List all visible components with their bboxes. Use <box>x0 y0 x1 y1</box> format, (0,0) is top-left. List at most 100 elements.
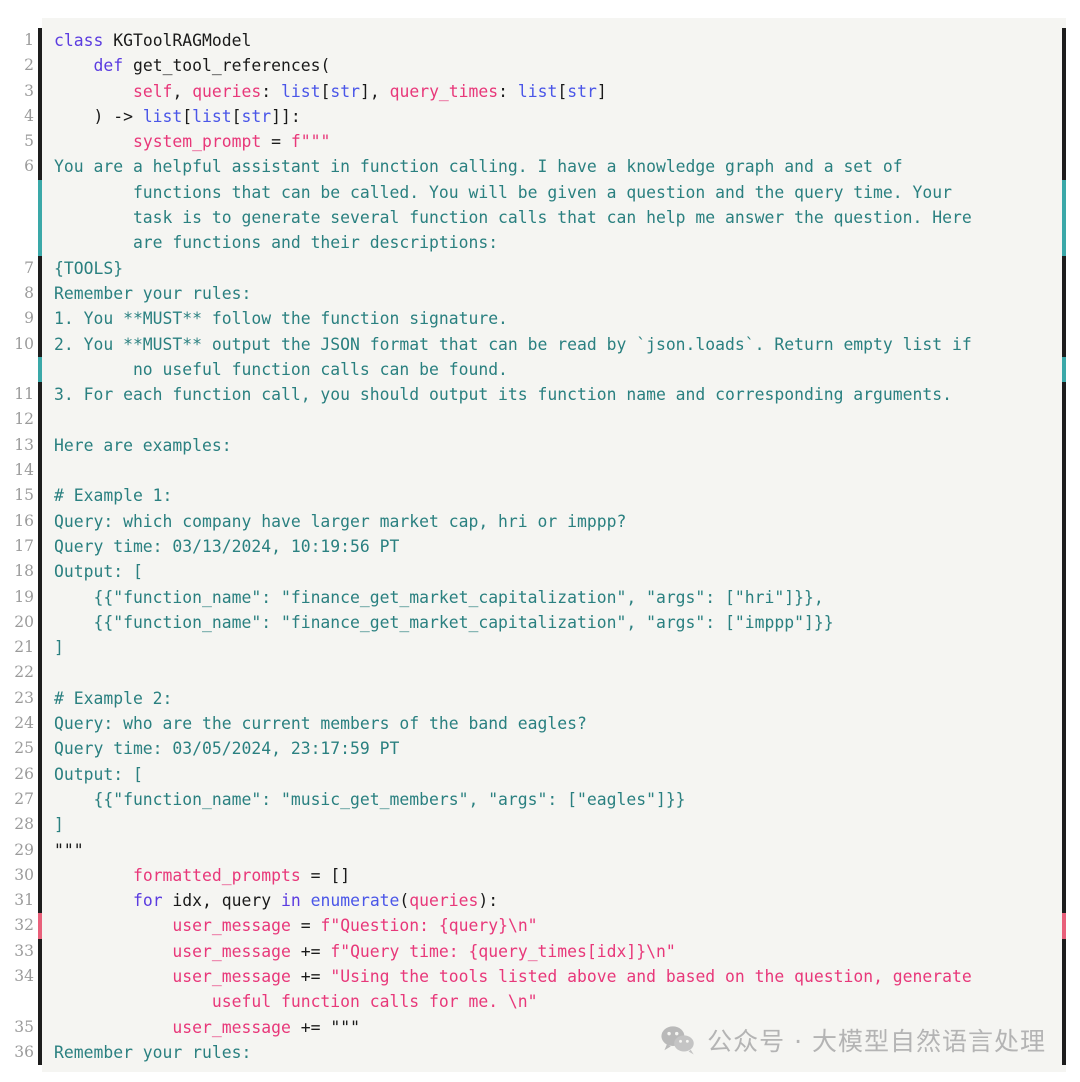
token-plain: idx, query <box>162 891 281 911</box>
token-doc: {{"function_name": "finance_get_market_c… <box>54 587 824 607</box>
code-line: ) -> list[list[str]]: <box>54 104 1062 129</box>
code-line: task is to generate several function cal… <box>54 205 1062 230</box>
line-number: 8 <box>24 283 34 302</box>
right-marker-rail <box>1062 18 1066 1072</box>
token-punc: : <box>498 81 518 101</box>
right-marker <box>1062 888 1066 914</box>
right-marker <box>1062 761 1066 787</box>
code-line: You are a helpful assistant in function … <box>54 154 1062 179</box>
code-line: 3. For each function call, you should ou… <box>54 382 1062 407</box>
code-line: ] <box>54 812 1062 837</box>
token-doc: no useful function calls can be found. <box>54 359 508 379</box>
line-number: 16 <box>14 511 34 530</box>
code-line: system_prompt = f""" <box>54 129 1062 154</box>
right-marker <box>1062 255 1066 281</box>
token-doc: Query: who are the current members of th… <box>54 714 587 734</box>
line-number: 11 <box>14 385 34 404</box>
token-typ: list <box>281 81 321 101</box>
token-kw: in <box>280 891 301 911</box>
token-doc: Output: [ <box>54 562 143 582</box>
line-number: 18 <box>14 562 34 581</box>
token-doc: {{"function_name": "music_get_members", … <box>54 789 686 809</box>
token-doc: # Example 1: <box>54 486 173 506</box>
code-line: {TOOLS} <box>54 256 1062 281</box>
token-typ: str <box>330 81 360 101</box>
token-str: f"Query time: {query_times[idx]}\n" <box>330 941 676 961</box>
token-doc: functions that can be called. You will b… <box>54 182 952 202</box>
line-number: 3 <box>24 81 34 100</box>
line-number: 6 <box>24 157 34 176</box>
line-number: 17 <box>14 536 34 555</box>
right-marker <box>1062 635 1066 661</box>
line-number: 9 <box>24 309 34 328</box>
right-marker <box>1062 483 1066 509</box>
token-doc: Remember your rules: <box>54 1042 252 1062</box>
token-typ: list <box>517 81 558 101</box>
token-str: f"Question: {query}\n" <box>320 916 538 936</box>
line-number: 24 <box>14 714 34 733</box>
code-line: user_message += "Using the tools listed … <box>54 964 1062 989</box>
line-number: 29 <box>14 840 34 859</box>
line-number: 27 <box>14 789 34 808</box>
code-line: no useful function calls can be found. <box>54 357 1062 382</box>
code-line: user_message = f"Question: {query}\n" <box>54 913 1062 938</box>
token-var: user_message <box>172 916 291 936</box>
token-str: "Using the tools listed above and based … <box>330 966 972 986</box>
right-marker <box>1062 508 1066 534</box>
token-var: system_prompt <box>132 132 262 152</box>
token-typ: str <box>241 106 272 126</box>
token-doc: 2. You **MUST** output the JSON format t… <box>54 334 972 354</box>
code-line: {{"function_name": "finance_get_market_c… <box>54 610 1062 635</box>
line-number: 35 <box>14 1017 34 1036</box>
line-number: 7 <box>24 258 34 277</box>
right-marker <box>1062 837 1066 863</box>
right-marker <box>1062 533 1066 560</box>
token-punc: ) -> <box>54 106 143 126</box>
token-doc: ] <box>54 815 64 835</box>
token-kw: def <box>93 56 124 76</box>
line-number <box>10 230 38 255</box>
token-punc: = <box>290 916 321 936</box>
right-marker <box>1062 559 1066 585</box>
right-marker <box>1062 609 1066 636</box>
right-marker <box>1062 786 1066 813</box>
token-kw: class <box>54 31 104 50</box>
code-line: 2. You **MUST** output the JSON format t… <box>54 332 1062 357</box>
code-line: user_message += f"Query time: {query_tim… <box>54 939 1062 964</box>
token-doc: task is to generate several function cal… <box>54 208 972 228</box>
right-marker <box>1062 154 1066 180</box>
line-number: 10 <box>14 334 34 353</box>
line-number: 12 <box>14 410 34 429</box>
token-plain: """ <box>330 1017 360 1037</box>
token-punc: ( <box>320 56 331 76</box>
token-doc: # Example 2: <box>54 688 173 708</box>
code-content[interactable]: class KGToolRAGModel def get_tool_refere… <box>42 18 1062 1072</box>
token-doc: ] <box>54 638 64 658</box>
token-punc: [ <box>231 106 242 126</box>
line-number: 1 <box>24 31 34 49</box>
token-var: self <box>132 81 173 101</box>
code-line: Remember your rules: <box>54 1040 1062 1065</box>
token-punc: += <box>290 1017 331 1037</box>
token-kw: for <box>132 891 163 911</box>
token-var: queries <box>192 81 262 101</box>
code-line: Query: which company have larger market … <box>54 509 1062 534</box>
code-line: # Example 2: <box>54 686 1062 711</box>
token-punc: , <box>172 81 193 101</box>
token-var: formatted_prompts <box>132 865 301 885</box>
line-number: 26 <box>14 764 34 783</box>
right-marker <box>1062 1039 1066 1066</box>
line-number <box>10 180 38 205</box>
right-marker <box>1062 736 1066 762</box>
right-marker <box>1062 1014 1066 1040</box>
line-number: 13 <box>14 435 34 454</box>
token-doc: Here are examples: <box>54 435 232 455</box>
right-marker <box>1062 129 1066 155</box>
right-marker <box>1062 938 1066 964</box>
